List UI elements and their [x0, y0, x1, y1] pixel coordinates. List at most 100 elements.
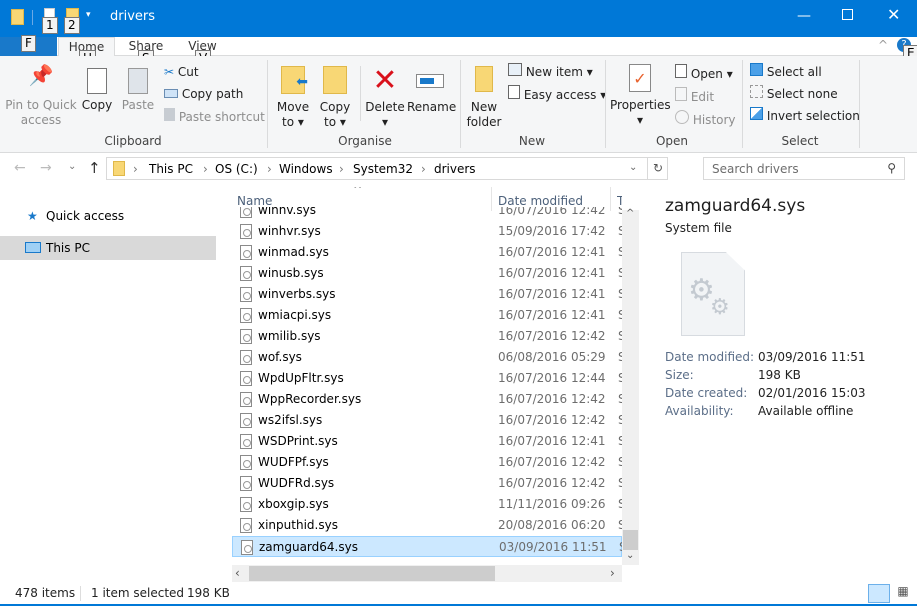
paste-shortcut-button[interactable]: Paste shortcut: [164, 108, 265, 125]
column-header-name[interactable]: Name: [237, 194, 272, 208]
file-row[interactable]: winmad.sys16/07/2016 12:41System file: [232, 242, 622, 263]
file-row[interactable]: winhvr.sys15/09/2016 17:42System file: [232, 221, 622, 242]
file-name: ws2ifsl.sys: [258, 413, 323, 427]
breadcrumb-windows[interactable]: Windows: [279, 162, 333, 176]
breadcrumb-os-c[interactable]: OS (C:): [215, 162, 258, 176]
file-row[interactable]: WSDPrint.sys16/07/2016 12:41System file: [232, 431, 622, 452]
edit-button[interactable]: Edit: [675, 87, 714, 105]
file-date: 06/08/2016 05:29: [498, 350, 606, 364]
history-button[interactable]: History: [675, 110, 736, 128]
select-none-button[interactable]: Select none: [750, 85, 838, 102]
details-filename: zamguard64.sys: [665, 196, 806, 216]
scroll-right-arrow: ›: [610, 566, 615, 580]
cut-button[interactable]: ✂ Cut: [164, 64, 199, 80]
system-file-icon: [240, 413, 252, 428]
star-icon: ★: [27, 209, 38, 223]
paste-shortcut-icon: [164, 108, 175, 121]
back-button[interactable]: ←: [14, 160, 26, 176]
group-open-label: Open: [655, 134, 689, 148]
group-clipboard-label: Clipboard: [104, 134, 162, 148]
invert-selection-button[interactable]: Invert selection: [750, 107, 860, 124]
delete-button[interactable]: ✕ Delete ▾: [365, 62, 405, 130]
search-input[interactable]: Search drivers ⚲: [703, 157, 905, 180]
large-icons-view-button[interactable]: ▦: [893, 584, 913, 603]
new-item-icon: [508, 63, 522, 76]
file-row[interactable]: xinputhid.sys20/08/2016 06:20System file: [232, 515, 622, 536]
system-file-icon: [240, 476, 252, 491]
refresh-button[interactable]: ↻: [647, 158, 663, 179]
system-file-icon: [241, 540, 253, 555]
breadcrumb-system32[interactable]: System32: [353, 162, 413, 176]
system-file-icon: [240, 266, 252, 281]
maximize-button[interactable]: [842, 9, 853, 20]
forward-button[interactable]: →: [40, 160, 52, 176]
horizontal-scrollbar[interactable]: ‹ ›: [232, 565, 622, 582]
title-bar: ▾ 1 2 drivers — ✕: [0, 0, 917, 37]
file-row[interactable]: winhv.sys16/07/2016 12:42System file: [232, 207, 622, 221]
recent-locations-button[interactable]: ⌄: [68, 161, 76, 172]
file-date: 16/07/2016 12:41: [498, 308, 606, 322]
column-header-date[interactable]: Date modified: [498, 194, 583, 208]
breadcrumb-this-pc[interactable]: This PC: [149, 162, 193, 176]
new-folder-icon: [475, 66, 493, 92]
file-date: 16/07/2016 12:42: [498, 392, 606, 406]
select-all-button[interactable]: Select all: [750, 63, 822, 80]
file-row[interactable]: xboxgip.sys11/11/2016 09:26System file: [232, 494, 622, 515]
paste-button[interactable]: Paste: [120, 68, 156, 113]
file-row[interactable]: WppRecorder.sys16/07/2016 12:42System fi…: [232, 389, 622, 410]
system-file-icon: [240, 329, 252, 344]
file-name: winhv.sys: [258, 207, 316, 217]
customize-qat-icon[interactable]: ▾: [86, 10, 91, 20]
nav-quick-access[interactable]: ★ Quick access: [0, 204, 216, 228]
breadcrumb-drivers[interactable]: drivers: [434, 162, 476, 176]
move-to-button[interactable]: ⬅ Move to ▾: [274, 66, 312, 130]
file-row[interactable]: winverbs.sys16/07/2016 12:41System file: [232, 284, 622, 305]
file-date: 16/07/2016 12:41: [498, 434, 606, 448]
close-button[interactable]: ✕: [887, 5, 900, 24]
file-date: 16/07/2016 12:42: [498, 455, 606, 469]
pin-quick-access-button[interactable]: 📌 Pin to Quick access: [4, 65, 78, 128]
system-file-icon: [240, 224, 252, 239]
system-file-icon: [240, 434, 252, 449]
details-view-button[interactable]: [868, 584, 890, 603]
details-filetype: System file: [665, 221, 732, 235]
scroll-left-arrow: ‹: [235, 566, 240, 580]
easy-access-button[interactable]: Easy access ▾: [508, 85, 606, 103]
open-button[interactable]: Open ▾: [675, 64, 733, 82]
file-row[interactable]: WUDFRd.sys16/07/2016 12:42System file: [232, 473, 622, 494]
file-row[interactable]: winusb.sys16/07/2016 12:41System file: [232, 263, 622, 284]
file-name: winhvr.sys: [258, 224, 321, 238]
sort-ascending-icon: ^: [353, 187, 363, 196]
history-icon: [675, 110, 689, 124]
file-row[interactable]: wmilib.sys16/07/2016 12:42System file: [232, 326, 622, 347]
vertical-scrollbar[interactable]: ^ ⌄: [622, 208, 639, 565]
file-date: 11/11/2016 09:26: [498, 497, 606, 511]
file-row[interactable]: zamguard64.sys03/09/2016 11:51System fil…: [232, 536, 622, 557]
address-bar[interactable]: › This PC › OS (C:) › Windows › System32…: [106, 157, 668, 180]
properties-button[interactable]: ✓ Properties ▾: [610, 64, 671, 128]
file-row[interactable]: ws2ifsl.sys16/07/2016 12:42System file: [232, 410, 622, 431]
scroll-thumb[interactable]: [623, 530, 638, 550]
address-history-dropdown[interactable]: ⌄: [629, 162, 637, 173]
new-folder-button[interactable]: New folder: [464, 66, 504, 130]
copy-icon: [87, 68, 107, 94]
file-row[interactable]: wof.sys06/08/2016 05:29System file: [232, 347, 622, 368]
file-date: 20/08/2016 06:20: [498, 518, 606, 532]
minimize-button[interactable]: —: [797, 8, 811, 24]
window-title: drivers: [110, 9, 156, 24]
copy-path-button[interactable]: Copy path: [164, 86, 243, 102]
copy-to-button[interactable]: Copy to ▾: [316, 66, 354, 130]
new-item-button[interactable]: New item ▾: [508, 63, 593, 80]
file-row[interactable]: WpdUpFltr.sys16/07/2016 12:44System file: [232, 368, 622, 389]
nav-this-pc[interactable]: This PC: [0, 236, 216, 260]
file-name: wof.sys: [258, 350, 302, 364]
file-row[interactable]: wmiacpi.sys16/07/2016 12:41System file: [232, 305, 622, 326]
copy-button[interactable]: Copy: [80, 68, 114, 113]
up-button[interactable]: ↑: [88, 159, 101, 177]
collapse-ribbon-icon[interactable]: ^: [878, 38, 888, 52]
file-row[interactable]: WUDFPf.sys16/07/2016 12:42System file: [232, 452, 622, 473]
rename-button[interactable]: Rename: [407, 66, 456, 115]
file-date: 03/09/2016 11:51: [499, 540, 607, 554]
scroll-thumb[interactable]: [249, 566, 495, 581]
column-header-type[interactable]: Type: [617, 194, 622, 208]
